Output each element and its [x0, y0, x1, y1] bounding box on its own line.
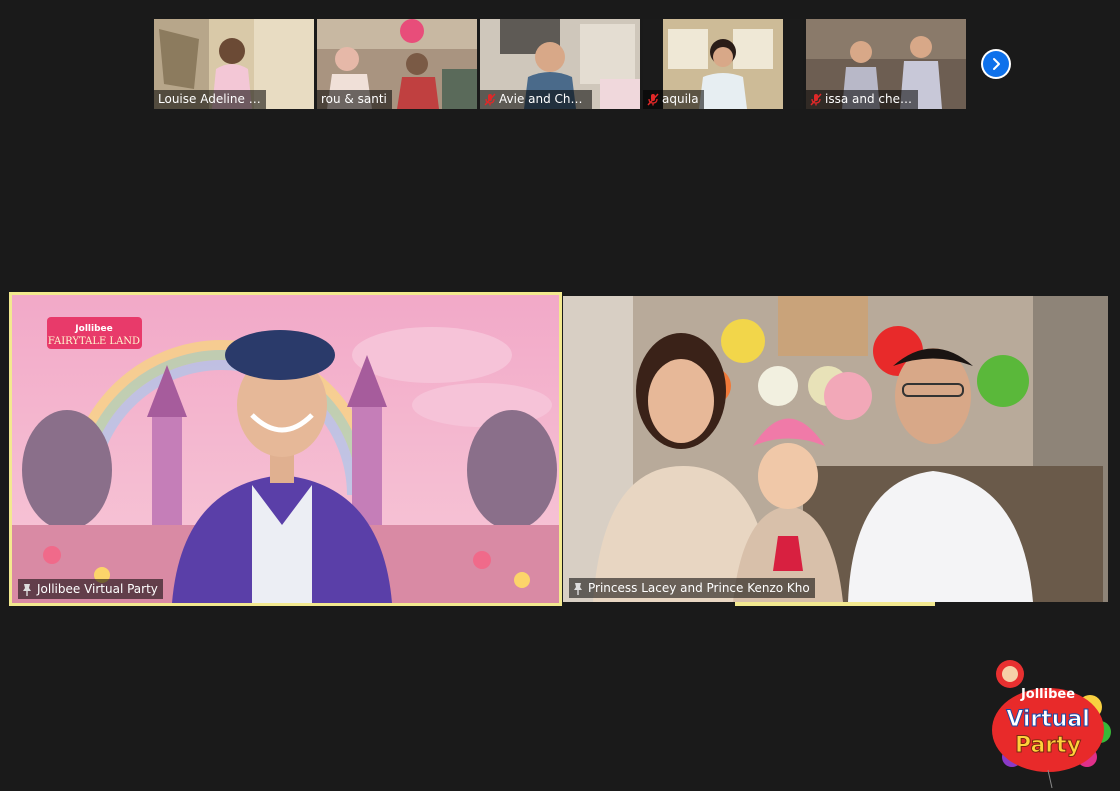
- chevron-right-icon: [993, 58, 1000, 70]
- participant-label: Louise Adeline S...: [154, 90, 266, 109]
- participant-thumbnail-strip: Louise Adeline S... rou & santi Avie and…: [154, 19, 966, 109]
- speaker-indicator-bar: [735, 602, 935, 606]
- jollibee-virtual-party-logo: Jollibee Virtual Party: [992, 660, 1111, 788]
- svg-text:Virtual: Virtual: [1006, 707, 1090, 732]
- video-tile-guest[interactable]: Princess Lacey and Prince Kenzo Kho: [563, 296, 1108, 602]
- host-name-tag: Jollibee Virtual Party: [18, 579, 163, 599]
- guest-name-tag: Princess Lacey and Prince Kenzo Kho: [569, 578, 815, 598]
- svg-text:Jollibee: Jollibee: [1020, 687, 1075, 702]
- participant-thumbnail[interactable]: issa and ches...: [806, 19, 966, 109]
- participant-thumbnail[interactable]: rou & santi: [317, 19, 477, 109]
- participant-thumbnail[interactable]: Avie and Cha...: [480, 19, 640, 109]
- svg-text:Party: Party: [1015, 733, 1081, 758]
- next-page-button[interactable]: [981, 49, 1011, 79]
- participant-thumbnail[interactable]: Louise Adeline S...: [154, 19, 314, 109]
- participant-thumbnail[interactable]: aquila: [643, 19, 803, 109]
- participant-label: rou & santi: [317, 90, 392, 109]
- participant-label: Avie and Cha...: [480, 90, 592, 109]
- pin-icon: [574, 582, 582, 595]
- participant-label: issa and ches...: [806, 90, 918, 109]
- mic-muted-icon: [810, 93, 822, 106]
- guest-video: [563, 296, 1108, 602]
- backdrop-title-top: Jollibee: [74, 324, 112, 334]
- participant-label: aquila: [643, 90, 704, 109]
- backdrop-title-bottom: FAIRYTALE LAND: [48, 336, 140, 347]
- video-tile-host[interactable]: Jollibee FAIRYTALE LAND Jollibee Virtual…: [9, 292, 562, 606]
- host-video: Jollibee FAIRYTALE LAND: [12, 295, 559, 603]
- next-page-button-inner: [983, 51, 1009, 77]
- pin-icon: [23, 583, 31, 596]
- mic-muted-icon: [647, 93, 659, 106]
- mic-muted-icon: [484, 93, 496, 106]
